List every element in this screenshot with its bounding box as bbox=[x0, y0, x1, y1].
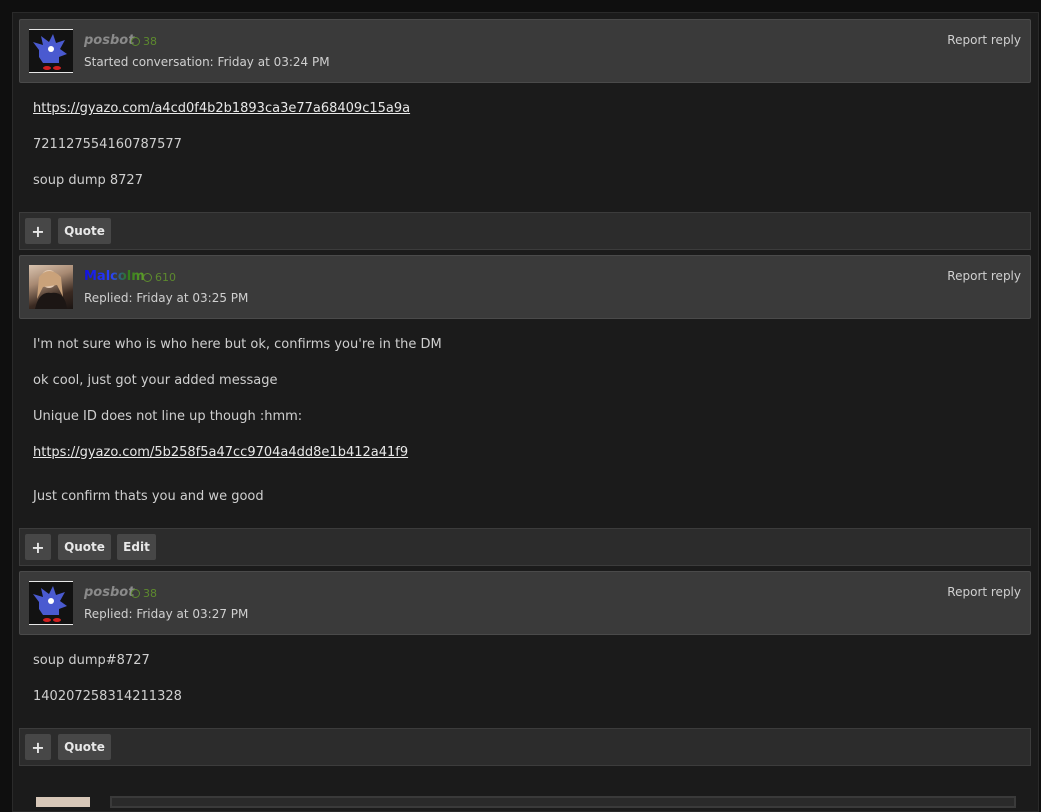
reputation-icon bbox=[143, 273, 152, 282]
reputation: 38 bbox=[131, 587, 157, 600]
plus-button[interactable]: + bbox=[25, 734, 51, 760]
reputation-count: 610 bbox=[155, 271, 176, 284]
message-text: Unique ID does not line up though :hmm: bbox=[33, 409, 303, 424]
post-meta: Replied: Friday at 03:25 PM bbox=[84, 291, 249, 305]
username[interactable]: Malcolm bbox=[84, 269, 145, 284]
reputation-icon bbox=[131, 37, 140, 46]
reputation-count: 38 bbox=[143, 35, 157, 48]
hedgehog-avatar-icon bbox=[33, 586, 67, 622]
username[interactable]: posbot bbox=[84, 585, 134, 600]
message-text: I'm not sure who is who here but ok, con… bbox=[33, 337, 442, 352]
composer-avatar bbox=[36, 797, 90, 807]
quote-button[interactable]: Quote bbox=[58, 534, 111, 560]
message-actions: + Quote Edit bbox=[19, 528, 1031, 566]
message-actions: + Quote bbox=[19, 728, 1031, 766]
quote-button[interactable]: Quote bbox=[58, 218, 111, 244]
message-header: Malcolm 610 Replied: Friday at 03:25 PM … bbox=[19, 255, 1031, 319]
hedgehog-avatar-icon bbox=[33, 34, 67, 70]
quote-button[interactable]: Quote bbox=[58, 734, 111, 760]
reputation-count: 38 bbox=[143, 587, 157, 600]
reputation: 38 bbox=[131, 35, 157, 48]
message-text: soup dump 8727 bbox=[33, 173, 143, 188]
post-meta: Started conversation: Friday at 03:24 PM bbox=[84, 55, 330, 69]
username[interactable]: posbot bbox=[84, 33, 134, 48]
reputation: 610 bbox=[143, 271, 176, 284]
reply-editor[interactable] bbox=[110, 796, 1016, 808]
edit-button[interactable]: Edit bbox=[117, 534, 156, 560]
message-text: Just confirm thats you and we good bbox=[33, 489, 264, 504]
message-text: soup dump#8727 bbox=[33, 653, 150, 668]
profile-photo-icon bbox=[35, 270, 67, 309]
avatar[interactable] bbox=[29, 29, 73, 73]
report-reply-link[interactable]: Report reply bbox=[947, 585, 1021, 599]
plus-button[interactable]: + bbox=[25, 218, 51, 244]
message-link[interactable]: https://gyazo.com/5b258f5a47cc9704a4dd8e… bbox=[33, 445, 408, 460]
message-header: posbot 38 Started conversation: Friday a… bbox=[19, 19, 1031, 83]
report-reply-link[interactable]: Report reply bbox=[947, 33, 1021, 47]
report-reply-link[interactable]: Report reply bbox=[947, 269, 1021, 283]
message-text: 721127554160787577 bbox=[33, 137, 182, 152]
message-link[interactable]: https://gyazo.com/a4cd0f4b2b1893ca3e77a6… bbox=[33, 101, 410, 116]
message-text: ok cool, just got your added message bbox=[33, 373, 278, 388]
message-header: posbot 38 Replied: Friday at 03:27 PM Re… bbox=[19, 571, 1031, 635]
reputation-icon bbox=[131, 589, 140, 598]
message-actions: + Quote bbox=[19, 212, 1031, 250]
avatar[interactable] bbox=[29, 581, 73, 625]
post-meta: Replied: Friday at 03:27 PM bbox=[84, 607, 249, 621]
avatar[interactable] bbox=[29, 265, 73, 309]
plus-button[interactable]: + bbox=[25, 534, 51, 560]
message-text: 140207258314211328 bbox=[33, 689, 182, 704]
